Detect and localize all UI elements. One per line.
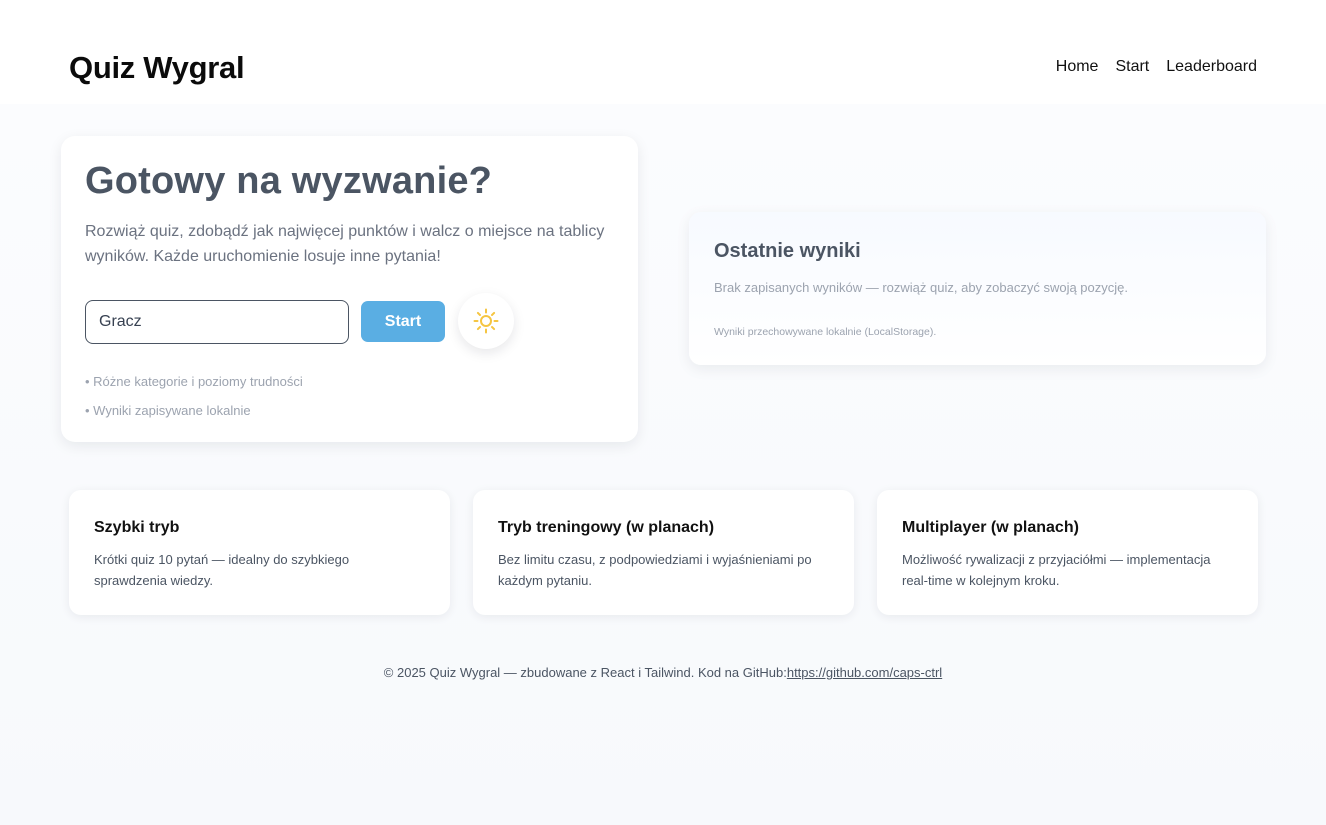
hero-title: Gotowy na wyzwanie?: [85, 160, 493, 202]
sun-icon: [473, 308, 499, 334]
bullet-item: • Wyniki zapisywane lokalnie: [85, 403, 251, 418]
site-footer: © 2025 Quiz Wygral — zbudowane z React i…: [0, 665, 1326, 680]
hero-description: Rozwiąż quiz, zdobądź jak najwięcej punk…: [85, 223, 605, 265]
bullet-item: • Różne kategorie i poziomy trudności: [85, 374, 303, 389]
brand-logo[interactable]: Quiz Wygral: [69, 50, 245, 86]
results-storage-note: Wyniki przechowywane lokalnie (LocalStor…: [714, 326, 937, 338]
feature-card-quick-mode: Szybki tryb Krótki quiz 10 pytań — ideal…: [69, 490, 450, 615]
results-title: Ostatnie wyniki: [714, 240, 861, 262]
feature-card-training-mode: Tryb treningowy (w planach) Bez limitu c…: [473, 490, 854, 615]
feature-title: Multiplayer (w planach): [902, 519, 1079, 536]
feature-title: Szybki tryb: [94, 519, 180, 536]
nav-leaderboard-link[interactable]: Leaderboard: [1166, 58, 1257, 76]
feature-description: Możliwość rywalizacji z przyjaciółmi — i…: [902, 552, 1211, 588]
recent-results-card: Ostatnie wyniki Brak zapisanych wyników …: [689, 212, 1266, 365]
feature-description: Bez limitu czasu, z podpowiedziami i wyj…: [498, 552, 812, 588]
start-button[interactable]: Start: [361, 301, 445, 342]
theme-toggle-button[interactable]: [458, 293, 514, 349]
site-header: Quiz Wygral Home Start Leaderboard: [0, 0, 1326, 104]
feature-bullet-list: • Różne kategorie i poziomy trudności • …: [85, 367, 303, 425]
hero-card: Gotowy na wyzwanie? Rozwiąż quiz, zdobąd…: [61, 136, 638, 442]
feature-title: Tryb treningowy (w planach): [498, 519, 715, 536]
player-name-input[interactable]: [85, 300, 349, 344]
footer-text: © 2025 Quiz Wygral — zbudowane z React i…: [383, 665, 787, 680]
main-nav: Home Start Leaderboard: [1056, 58, 1257, 76]
nav-start-link[interactable]: Start: [1115, 58, 1149, 76]
feature-card-multiplayer: Multiplayer (w planach) Możliwość rywali…: [877, 490, 1258, 615]
nav-home-link[interactable]: Home: [1056, 58, 1099, 76]
github-link[interactable]: https://github.com/caps-ctrl: [787, 665, 942, 680]
results-empty-text: Brak zapisanych wyników — rozwiąż quiz, …: [714, 280, 1129, 295]
feature-description: Krótki quiz 10 pytań — idealny do szybki…: [94, 552, 350, 588]
